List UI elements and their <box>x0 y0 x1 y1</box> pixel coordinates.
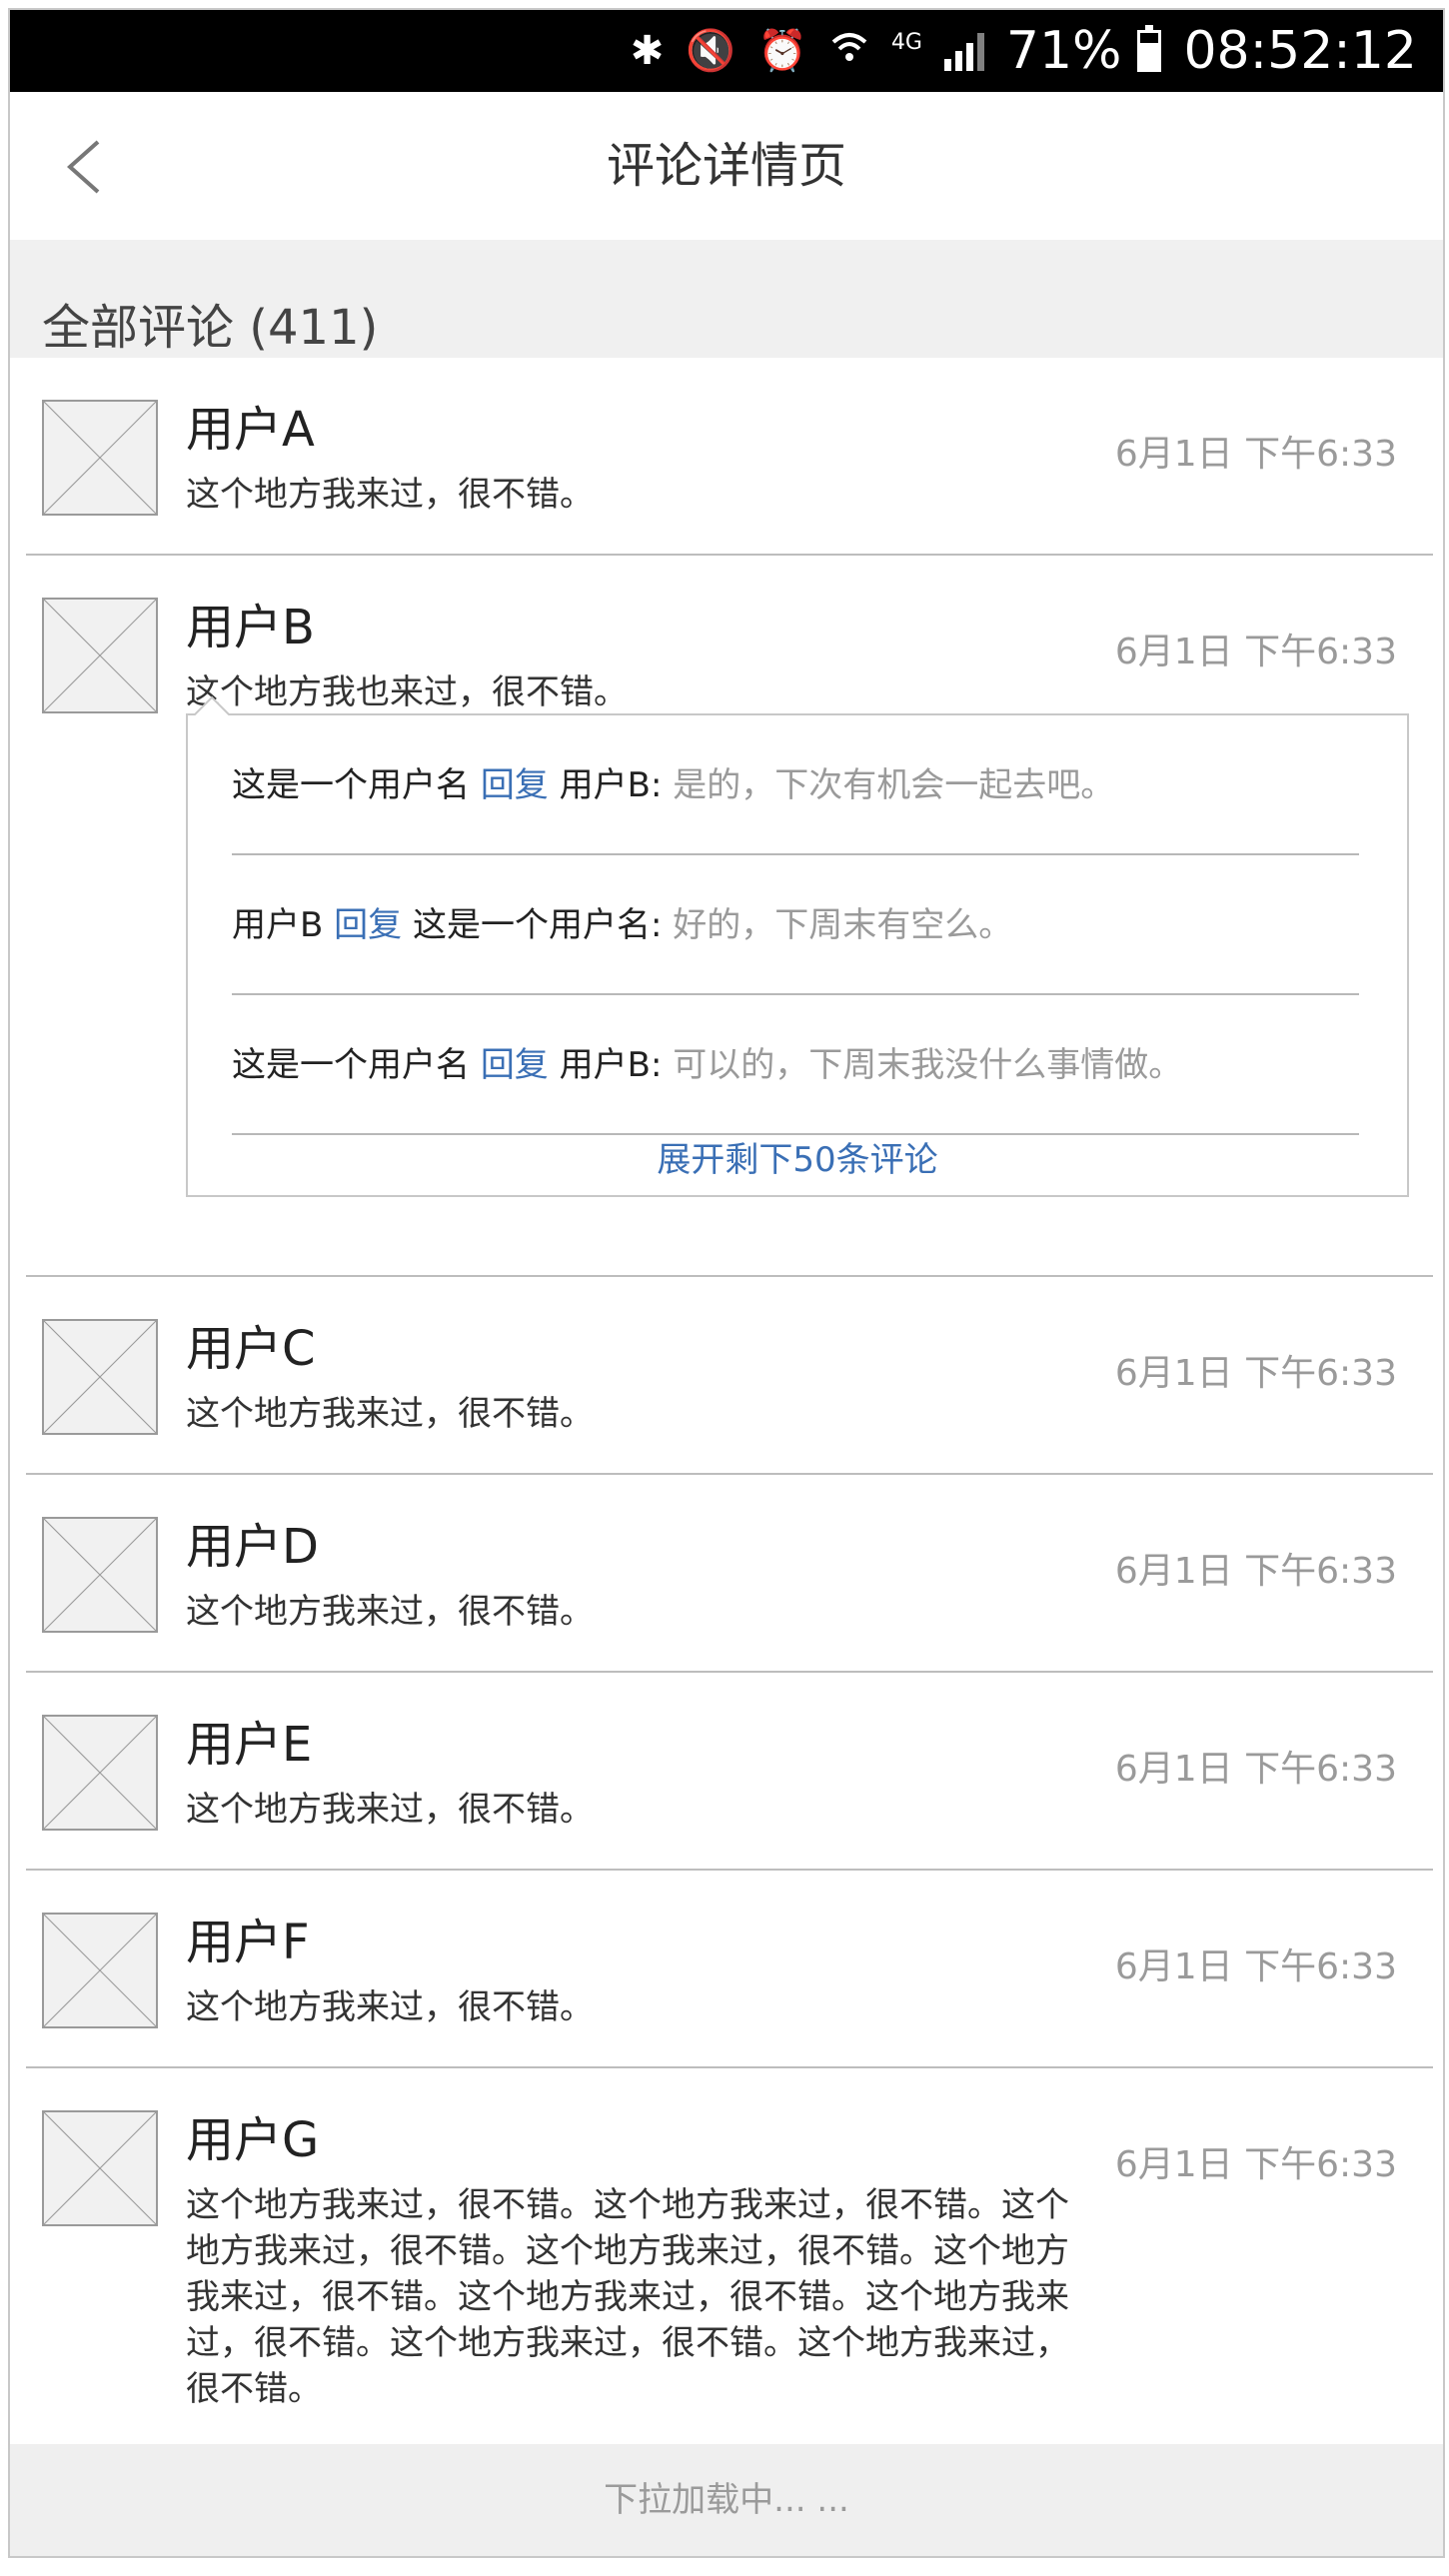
comment-text: 这个地方我来过，很不错。 <box>186 1987 594 2027</box>
comments-section-header: 全部评论 (411) <box>10 240 1443 358</box>
avatar[interactable] <box>42 1319 158 1435</box>
comment-text: 这个地方我来过，很不错。 <box>186 1394 594 1434</box>
reply-message: 好的，下周末有空么。 <box>673 905 1013 945</box>
reply-to-user[interactable]: 这是一个用户名: <box>413 905 662 945</box>
comment-text: 这个地方我来过，很不错。 <box>186 1592 594 1632</box>
reply-item[interactable]: 用户B 回复 这是一个用户名: 好的，下周末有空么。 <box>232 855 1359 995</box>
comment-item[interactable]: 用户A 这个地方我来过，很不错。 6月1日 下午6:33 <box>26 358 1433 556</box>
comment-time: 6月1日 下午6:33 <box>1114 1749 1397 1790</box>
comment-item[interactable]: 用户F 这个地方我来过，很不错。 6月1日 下午6:33 <box>26 1871 1433 2068</box>
comment-username[interactable]: 用户D <box>186 1517 319 1577</box>
comment-text: 这个地方我来过，很不错。 <box>186 1790 594 1830</box>
expand-replies-link[interactable]: 展开剩下50条评论 <box>188 1133 1407 1187</box>
reply-thread: 这是一个用户名 回复 用户B: 是的，下次有机会一起去吧。 用户B 回复 这是一… <box>186 695 1409 1197</box>
comment-username[interactable]: 用户A <box>186 400 315 460</box>
comment-username[interactable]: 用户B <box>186 598 315 657</box>
wifi-icon <box>829 28 869 75</box>
reply-message: 是的，下次有机会一起去吧。 <box>673 765 1115 805</box>
reply-from-user[interactable]: 这是一个用户名 <box>232 1045 470 1085</box>
comment-text: 这个地方我也来过，很不错。 <box>186 672 628 712</box>
comment-time: 6月1日 下午6:33 <box>1114 1551 1397 1592</box>
comment-text: 这个地方我来过，很不错。 <box>186 475 594 515</box>
alarm-icon: ⏰ <box>757 28 807 74</box>
battery-percent: 71% <box>1005 21 1122 81</box>
reply-item[interactable]: 这是一个用户名 回复 用户B: 是的，下次有机会一起去吧。 <box>232 715 1359 855</box>
battery-icon <box>1137 25 1162 72</box>
network-type: 4G <box>890 30 922 55</box>
bluetooth-icon: ✱ <box>630 28 665 74</box>
comment-item[interactable]: 用户D 这个地方我来过，很不错。 6月1日 下午6:33 <box>26 1475 1433 1673</box>
comment-item[interactable]: 用户C 这个地方我来过，很不错。 6月1日 下午6:33 <box>26 1277 1433 1475</box>
comment-username[interactable]: 用户G <box>186 2110 319 2170</box>
page-title: 评论详情页 <box>606 138 846 194</box>
reply-to-user[interactable]: 用户B: <box>560 1045 663 1085</box>
reply-from-user[interactable]: 这是一个用户名 <box>232 765 470 805</box>
comment-item[interactable]: 用户E 这个地方我来过，很不错。 6月1日 下午6:33 <box>26 1673 1433 1871</box>
comment-item[interactable]: 用户G 这个地方我来过，很不错。这个地方我来过，很不错。这个地方我来过，很不错。… <box>26 2068 1433 2448</box>
nav-bar: 评论详情页 <box>10 92 1443 240</box>
reply-pointer <box>194 695 230 715</box>
reply-keyword: 回复 <box>480 1045 549 1085</box>
reply-to-user[interactable]: 用户B: <box>560 765 663 805</box>
comment-username[interactable]: 用户F <box>186 1913 310 1972</box>
avatar[interactable] <box>42 1517 158 1633</box>
clock: 08:52:12 <box>1183 21 1417 81</box>
comment-time: 6月1日 下午6:33 <box>1114 632 1397 672</box>
comment-time: 6月1日 下午6:33 <box>1114 1353 1397 1394</box>
comments-count-title: 全部评论 (411) <box>42 300 379 356</box>
avatar[interactable] <box>42 400 158 516</box>
avatar[interactable] <box>42 2110 158 2226</box>
reply-keyword: 回复 <box>334 905 403 945</box>
reply-message: 可以的，下周末我没什么事情做。 <box>673 1045 1183 1085</box>
comment-username[interactable]: 用户C <box>186 1319 316 1379</box>
comment-username[interactable]: 用户E <box>186 1715 312 1775</box>
avatar[interactable] <box>42 1913 158 2028</box>
signal-icon <box>943 31 984 71</box>
reply-item[interactable]: 这是一个用户名 回复 用户B: 可以的，下周末我没什么事情做。 <box>232 995 1359 1135</box>
load-more-indicator: 下拉加载中... ... <box>10 2444 1443 2556</box>
status-bar: ✱ 🔇 ⏰ 4G 71% 08:52:12 <box>10 10 1443 92</box>
comment-time: 6月1日 下午6:33 <box>1114 434 1397 475</box>
comment-item[interactable]: 用户B 这个地方我也来过，很不错。 6月1日 下午6:33 这是一个用户名 回复… <box>26 556 1433 1277</box>
reply-keyword: 回复 <box>480 765 549 805</box>
comment-text: 这个地方我来过，很不错。这个地方我来过，很不错。这个地方我来过，很不错。这个地方… <box>186 2185 1069 2409</box>
mute-icon: 🔇 <box>686 28 736 74</box>
avatar[interactable] <box>42 1715 158 1831</box>
app-screen: ✱ 🔇 ⏰ 4G 71% 08:52:12 评论详情页 全部评论 (411) 用… <box>8 8 1445 2558</box>
comment-time: 6月1日 下午6:33 <box>1114 1946 1397 1987</box>
reply-from-user[interactable]: 用户B <box>232 905 323 945</box>
comment-time: 6月1日 下午6:33 <box>1114 2144 1397 2185</box>
avatar[interactable] <box>42 598 158 713</box>
